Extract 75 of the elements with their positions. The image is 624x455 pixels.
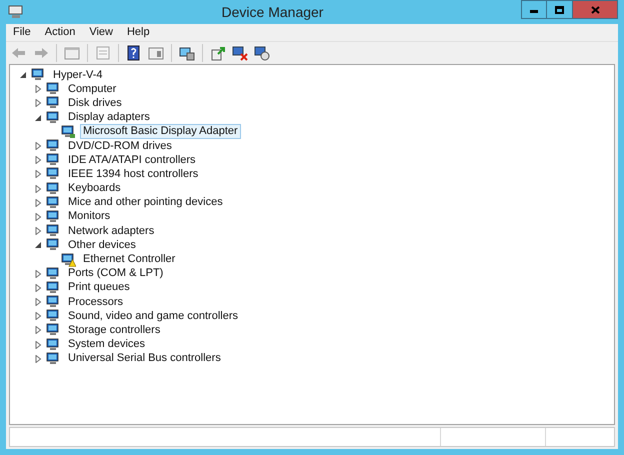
device-icon xyxy=(45,224,61,238)
help-icon[interactable] xyxy=(126,45,142,61)
expand-arrow-icon[interactable] xyxy=(34,142,42,150)
tree-item[interactable]: Network adapters xyxy=(65,224,158,239)
device-icon xyxy=(45,352,61,366)
tree-item[interactable]: Mice and other pointing devices xyxy=(65,195,226,210)
expand-arrow-icon[interactable] xyxy=(34,312,42,320)
device-icon xyxy=(45,96,61,110)
tree-item[interactable]: Ports (COM & LPT) xyxy=(65,266,166,282)
expand-arrow-icon[interactable] xyxy=(34,284,42,292)
device-icon xyxy=(45,196,61,210)
tree-item[interactable]: Disk drives xyxy=(65,96,125,111)
tree-item[interactable]: Universal Serial Bus controllers xyxy=(65,351,224,366)
close-button[interactable] xyxy=(573,0,618,19)
expand-arrow-icon[interactable] xyxy=(34,227,42,236)
expand-arrow-icon[interactable] xyxy=(34,354,42,363)
device-icon xyxy=(45,338,61,352)
expand-arrow-icon[interactable] xyxy=(34,340,42,349)
collapse-arrow-icon[interactable] xyxy=(20,71,26,80)
menu-item[interactable]: View xyxy=(82,24,120,41)
tree-item[interactable]: System devices xyxy=(65,337,148,352)
device-icon xyxy=(45,238,61,252)
device-icon xyxy=(45,82,61,96)
collapse-arrow-icon[interactable] xyxy=(34,114,42,122)
minimize-button[interactable] xyxy=(521,0,547,19)
collapse-arrow-icon[interactable] xyxy=(34,241,42,250)
expand-arrow-icon[interactable] xyxy=(34,326,42,334)
window-title: Device Manager xyxy=(220,2,324,22)
expand-arrow-icon[interactable] xyxy=(34,298,42,306)
tree-item[interactable]: Monitors xyxy=(65,209,114,224)
expand-arrow-icon[interactable] xyxy=(34,184,42,193)
update-driver-icon[interactable] xyxy=(210,45,226,61)
tree-item[interactable]: Hyper-V-4 xyxy=(50,68,106,83)
tree-item[interactable]: Computer xyxy=(65,82,120,97)
close-icon xyxy=(590,6,600,14)
device-icon xyxy=(45,280,61,295)
device-icon xyxy=(45,182,61,196)
tree-item[interactable]: Ethernet Controller xyxy=(80,252,178,268)
uninstall-icon[interactable] xyxy=(232,45,248,61)
action-pane-icon[interactable] xyxy=(148,45,164,61)
tree-item[interactable]: Print queues xyxy=(65,280,133,296)
computer-icon xyxy=(30,68,46,82)
console-tree-icon[interactable] xyxy=(64,45,80,61)
tree-item[interactable]: Storage controllers xyxy=(65,322,164,338)
expand-arrow-icon[interactable] xyxy=(34,212,42,221)
device-icon xyxy=(45,167,61,182)
device-icon xyxy=(45,266,61,281)
menu-item[interactable]: File xyxy=(6,24,38,41)
menu-item[interactable]: Action xyxy=(38,24,82,41)
expand-arrow-icon[interactable] xyxy=(34,198,42,207)
tree-item[interactable]: Microsoft Basic Display Adapter xyxy=(80,124,241,140)
tree-item[interactable]: IDE ATA/ATAPI controllers xyxy=(65,152,199,168)
device-icon xyxy=(45,110,61,125)
device-icon xyxy=(45,153,61,168)
device-icon xyxy=(45,139,61,154)
expand-arrow-icon[interactable] xyxy=(34,99,42,108)
device-icon xyxy=(45,210,61,224)
tree-item[interactable]: Sound, video and game controllers xyxy=(65,308,241,324)
device-icon xyxy=(45,323,61,338)
tree-item[interactable]: Processors xyxy=(65,294,126,310)
tree-item[interactable]: Keyboards xyxy=(65,181,124,196)
tree-item[interactable]: DVD/CD-ROM drives xyxy=(65,138,175,154)
tree-item[interactable]: Display adapters xyxy=(65,110,153,126)
expand-arrow-icon[interactable] xyxy=(34,170,42,178)
tree-item[interactable]: Other devices xyxy=(65,238,139,253)
device-icon xyxy=(45,295,61,310)
expand-arrow-icon[interactable] xyxy=(34,85,42,94)
device-manager-icon[interactable] xyxy=(8,5,24,19)
expand-arrow-icon[interactable] xyxy=(34,156,42,164)
device-icon xyxy=(45,309,61,324)
tree-item[interactable]: IEEE 1394 host controllers xyxy=(65,166,202,182)
scan-hardware-icon[interactable] xyxy=(254,45,270,61)
monitor-scan-icon[interactable] xyxy=(179,45,195,61)
menu-item[interactable]: Help xyxy=(120,24,157,41)
expand-arrow-icon[interactable] xyxy=(34,270,42,278)
